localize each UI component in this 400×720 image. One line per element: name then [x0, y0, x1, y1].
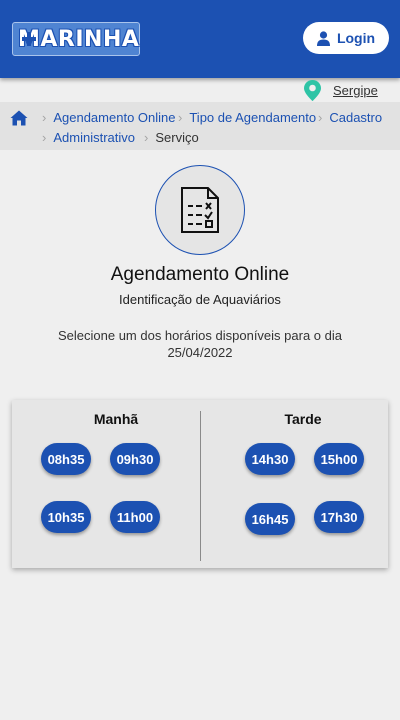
- time-slot-button[interactable]: 11h00: [110, 501, 160, 533]
- page-title: Agendamento Online: [110, 264, 290, 285]
- time-slot-button[interactable]: 15h00: [314, 443, 364, 475]
- breadcrumb-current: Serviço: [155, 130, 199, 145]
- login-label: Login: [336, 30, 376, 46]
- time-slot-button[interactable]: 16h45: [245, 503, 295, 535]
- login-button[interactable]: Login: [303, 22, 389, 54]
- breadcrumb-item-cadastro[interactable]: Cadastro: [329, 110, 382, 125]
- chevron-right-icon: ›: [178, 110, 183, 125]
- afternoon-label: Tarde: [284, 411, 322, 427]
- instruction-text: Selecione um dos horários disponíveis pa…: [57, 328, 342, 343]
- time-slot-button[interactable]: 14h30: [245, 443, 295, 475]
- logo-text: MARINHA: [18, 26, 140, 52]
- chevron-right-icon: ›: [144, 130, 149, 145]
- checklist-document-icon: [181, 187, 219, 233]
- map-pin-icon: [304, 79, 321, 101]
- location-state[interactable]: Sergipe: [333, 83, 378, 98]
- chevron-right-icon: ›: [318, 110, 323, 125]
- column-divider: [200, 411, 201, 561]
- marinha-logo[interactable]: MARINHA: [12, 22, 140, 56]
- breadcrumb: › Agendamento Online › Tipo de Agendamen…: [0, 102, 400, 150]
- breadcrumb-item-administrativo[interactable]: Administrativo: [53, 130, 135, 145]
- time-slot-button[interactable]: 10h35: [41, 501, 91, 533]
- user-icon: [316, 30, 330, 46]
- home-icon[interactable]: [10, 110, 28, 126]
- time-slot-button[interactable]: 17h30: [314, 501, 364, 533]
- time-slot-button[interactable]: 08h35: [41, 443, 91, 475]
- page-subtitle: Identificação de Aquaviários: [119, 292, 281, 307]
- chevron-right-icon: ›: [42, 130, 47, 145]
- time-slot-button[interactable]: 09h30: [110, 443, 160, 475]
- time-slot-card: Manhã Tarde 08h35 09h30 10h35 11h00 14h3…: [12, 400, 388, 568]
- chevron-right-icon: ›: [42, 110, 47, 125]
- breadcrumb-item-tipo-de-agendamento[interactable]: Tipo de Agendamento: [189, 110, 316, 125]
- document-icon-badge: [155, 165, 245, 255]
- morning-label: Manhã: [93, 411, 139, 427]
- selected-date: 25/04/2022: [167, 345, 233, 360]
- location-selector[interactable]: Sergipe: [304, 79, 378, 101]
- breadcrumb-item-agendamento-online[interactable]: Agendamento Online: [53, 110, 175, 125]
- app-header: MARINHA Login: [0, 0, 400, 78]
